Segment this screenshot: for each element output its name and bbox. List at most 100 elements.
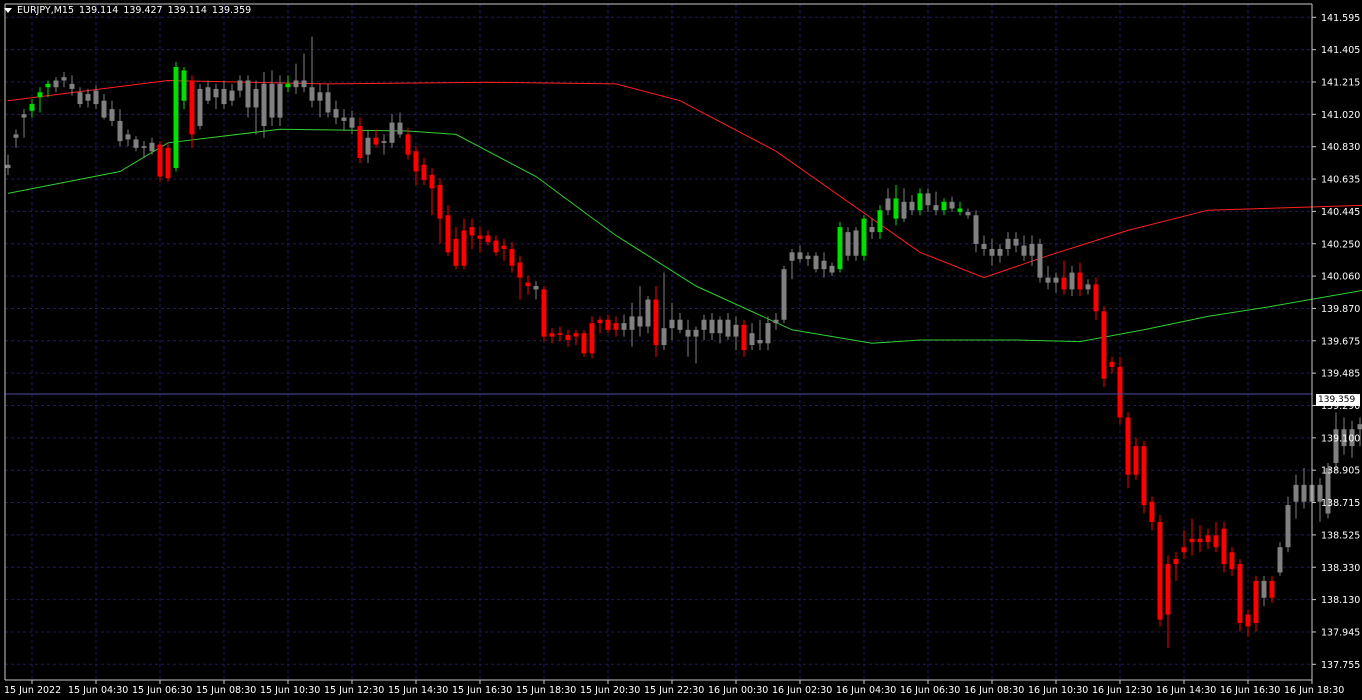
candle-body <box>965 211 971 216</box>
price-tick-label: 141.020 <box>1321 110 1360 121</box>
candle-body <box>261 83 267 126</box>
time-tick-label: 15 Jun 06:30 <box>132 685 192 696</box>
candle-body <box>669 319 675 329</box>
candle <box>493 235 499 256</box>
candle <box>253 80 259 135</box>
candle <box>581 329 587 357</box>
candle-body <box>269 83 275 118</box>
candle <box>773 312 779 330</box>
candle <box>725 312 731 340</box>
candle-body <box>1021 245 1027 256</box>
chart-title-bar: EURJPY, M15 139.114 139.427 139.114 139.3… <box>4 3 251 17</box>
time-tick-label: 15 Jun 20:30 <box>580 685 640 696</box>
candle-body <box>1269 580 1275 598</box>
time-tick-label: 15 Jun 22:30 <box>644 685 704 696</box>
candle-body <box>101 100 107 118</box>
candle-body <box>93 90 99 105</box>
candle-body <box>517 262 523 278</box>
time-tick-label: 16 Jun 04:30 <box>836 685 896 696</box>
candle-body <box>277 83 283 118</box>
candle-body <box>629 316 635 330</box>
candle-body <box>1213 535 1219 548</box>
candle <box>565 329 571 347</box>
candle-body <box>189 80 195 135</box>
candle-body <box>1109 361 1115 367</box>
candle <box>477 227 483 253</box>
candle-body <box>1149 501 1155 522</box>
candle <box>965 208 971 219</box>
candle <box>1261 575 1267 607</box>
candle <box>1245 609 1251 637</box>
candle <box>461 218 467 270</box>
candle-body <box>157 144 163 177</box>
candle <box>173 61 179 172</box>
candle-body <box>565 334 571 340</box>
candle <box>405 127 411 160</box>
candle-body <box>677 319 683 330</box>
price-tick-label: 140.830 <box>1321 142 1360 153</box>
candle <box>1213 521 1219 553</box>
candle-body <box>221 88 227 105</box>
candle <box>21 109 27 138</box>
candle-body <box>485 235 491 243</box>
candle <box>909 195 915 216</box>
candle-body <box>957 208 963 212</box>
candle-body <box>1037 243 1043 278</box>
candle <box>77 87 83 108</box>
candle <box>437 178 443 244</box>
candle-body <box>733 324 739 337</box>
candle <box>901 188 907 223</box>
ohlc-close: 139.359 <box>211 4 252 16</box>
candle <box>805 252 811 266</box>
candle-body <box>997 248 1003 256</box>
chart-plot[interactable]: 141.595 141.405 141.215 141.020 140.830 140.6… <box>0 0 1362 700</box>
candle <box>1253 575 1259 632</box>
candle-body <box>725 319 731 337</box>
candle <box>389 114 395 148</box>
candle <box>269 70 275 126</box>
candle <box>445 205 451 256</box>
price-tick-label: 139.675 <box>1321 336 1360 347</box>
candle-body <box>805 255 811 260</box>
candle <box>685 319 691 357</box>
time-tick-label: 16 Jun 12:30 <box>1092 685 1152 696</box>
candle <box>757 319 763 351</box>
candle-body <box>981 243 987 249</box>
lower-band-path <box>7 128 1362 344</box>
candle <box>157 141 163 182</box>
time-tick-label: 16 Jun 10:30 <box>1028 685 1088 696</box>
candle-body <box>493 240 499 253</box>
time-tick-label: 15 Jun 2022 <box>4 685 61 696</box>
candle <box>973 210 979 253</box>
candle-body <box>341 117 347 121</box>
candle-body <box>1189 538 1195 543</box>
candle-body <box>61 77 67 81</box>
candle-body <box>213 88 219 98</box>
candle-body <box>245 80 251 108</box>
candle <box>1117 356 1123 425</box>
candle-body <box>445 215 451 253</box>
candle-body <box>885 198 891 211</box>
candle-body <box>1141 446 1147 506</box>
candle-body <box>525 282 531 287</box>
candle-body <box>1061 277 1067 290</box>
candle-body <box>1285 505 1291 548</box>
candle <box>789 248 795 280</box>
candle-body <box>573 333 579 337</box>
candle <box>429 168 435 216</box>
price-tick-label: 140.250 <box>1321 239 1360 250</box>
time-axis[interactable]: 15 Jun 2022 15 Jun 04:30 15 Jun 06:30 15 Ju… <box>4 680 1344 696</box>
candle <box>677 312 683 334</box>
chart-window[interactable]: 141.595 141.405 141.215 141.020 140.830 140.6… <box>0 0 1362 700</box>
candle-body <box>901 201 907 219</box>
price-axis[interactable]: 141.595 141.405 141.215 141.020 140.830 140.6… <box>1312 13 1360 671</box>
candle-body <box>77 92 83 105</box>
candle-body <box>925 193 931 206</box>
candle-body <box>85 93 91 101</box>
candle-body <box>941 201 947 211</box>
candle-body <box>325 92 331 113</box>
candle-body <box>237 80 243 91</box>
candle <box>597 316 603 334</box>
dropdown-arrow-icon[interactable] <box>4 7 12 13</box>
candle-body <box>1125 417 1131 475</box>
